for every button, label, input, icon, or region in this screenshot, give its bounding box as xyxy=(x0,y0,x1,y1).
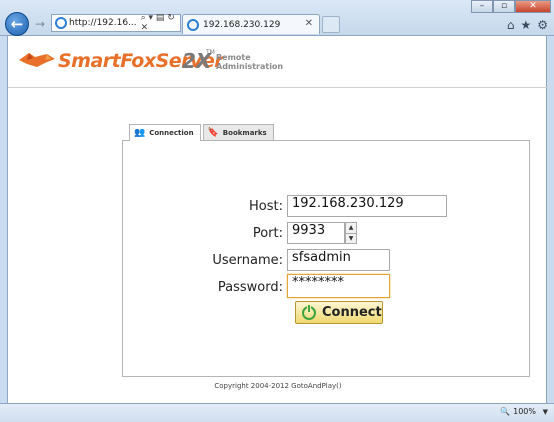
forward-button[interactable]: → xyxy=(32,16,48,32)
copyright-text: Copyright 2004-2012 GotoAndPlay() xyxy=(214,382,342,390)
close-button[interactable]: ✕ xyxy=(515,0,551,13)
tab-favicon-icon xyxy=(187,18,199,31)
browser-tools: ⌂ ★ ⚙ xyxy=(507,18,548,32)
host-input[interactable]: 192.168.230.129 xyxy=(287,195,447,217)
port-label: Port: xyxy=(252,226,283,241)
minimize-button[interactable]: – xyxy=(471,0,493,13)
tab-close-icon[interactable]: ✕ xyxy=(305,18,313,29)
status-bar: 🔍 100% ▼ xyxy=(0,403,554,422)
username-input[interactable]: sfsadmin xyxy=(287,249,390,271)
tab-bookmarks-label: Bookmarks xyxy=(222,128,267,137)
window-controls: – ▫ ✕ xyxy=(471,0,551,13)
tab-connection[interactable]: 👥 Connection xyxy=(129,124,201,141)
address-bar[interactable]: http://192.16... ⌕ ▾ ▤ ↻ ✕ xyxy=(51,13,181,33)
browser-tab[interactable]: 192.168.230.129 ✕ xyxy=(182,14,320,34)
back-arrow-icon: ← xyxy=(10,15,24,33)
people-icon: 👥 xyxy=(134,128,146,138)
password-label: Password: xyxy=(217,280,283,295)
brand-subtitle: Remote Administration xyxy=(216,53,284,71)
port-stepper[interactable]: ▲ ▼ xyxy=(345,222,357,244)
zoom-magnifier-icon: 🔍 xyxy=(500,407,511,416)
chevron-up-icon[interactable]: ▲ xyxy=(346,223,356,233)
connect-button[interactable]: Connect xyxy=(295,301,383,324)
home-icon[interactable]: ⌂ xyxy=(507,18,515,32)
tab-bookmarks[interactable]: 🔖 Bookmarks xyxy=(202,124,274,140)
connect-label: Connect xyxy=(322,305,382,320)
connection-panel: Host: 192.168.230.129 Port: 9933 ▲ ▼ Use… xyxy=(122,140,530,377)
browser-toolbar: ← → http://192.16... ⌕ ▾ ▤ ↻ ✕ 192.168.2… xyxy=(0,0,554,36)
zoom-control[interactable]: 🔍 100% xyxy=(500,407,536,416)
power-icon xyxy=(302,303,316,320)
page-content: SmartFoxServer 2X TM Remote Administrati… xyxy=(7,36,548,403)
chevron-down-icon[interactable]: ▼ xyxy=(346,233,356,244)
trademark-mark: TM xyxy=(206,49,215,56)
password-input[interactable]: ******** xyxy=(287,274,390,298)
panel-tabs: 👥 Connection 🔖 Bookmarks xyxy=(129,124,274,141)
forward-arrow-icon: → xyxy=(34,17,46,31)
address-text: http://192.16... xyxy=(69,18,137,28)
address-controls[interactable]: ⌕ ▾ ▤ ↻ ✕ xyxy=(141,13,180,33)
zoom-level: 100% xyxy=(513,407,536,416)
tab-connection-label: Connection xyxy=(149,129,194,137)
port-input[interactable]: 9933 xyxy=(287,222,345,244)
ie-page-icon xyxy=(55,17,67,29)
favorites-star-icon[interactable]: ★ xyxy=(520,18,531,32)
maximize-button[interactable]: ▫ xyxy=(493,0,515,13)
back-button[interactable]: ← xyxy=(5,12,29,36)
new-tab-button[interactable] xyxy=(322,16,340,33)
gear-icon[interactable]: ⚙ xyxy=(537,18,548,32)
fox-logo-icon xyxy=(19,53,55,67)
host-label: Host: xyxy=(249,199,283,214)
username-label: Username: xyxy=(212,253,283,268)
app-header: SmartFoxServer 2X TM Remote Administrati… xyxy=(8,36,548,88)
zoom-dropdown-icon[interactable]: ▼ xyxy=(543,408,548,416)
bookmark-icon: 🔖 xyxy=(207,127,219,138)
tab-title: 192.168.230.129 xyxy=(203,19,281,30)
